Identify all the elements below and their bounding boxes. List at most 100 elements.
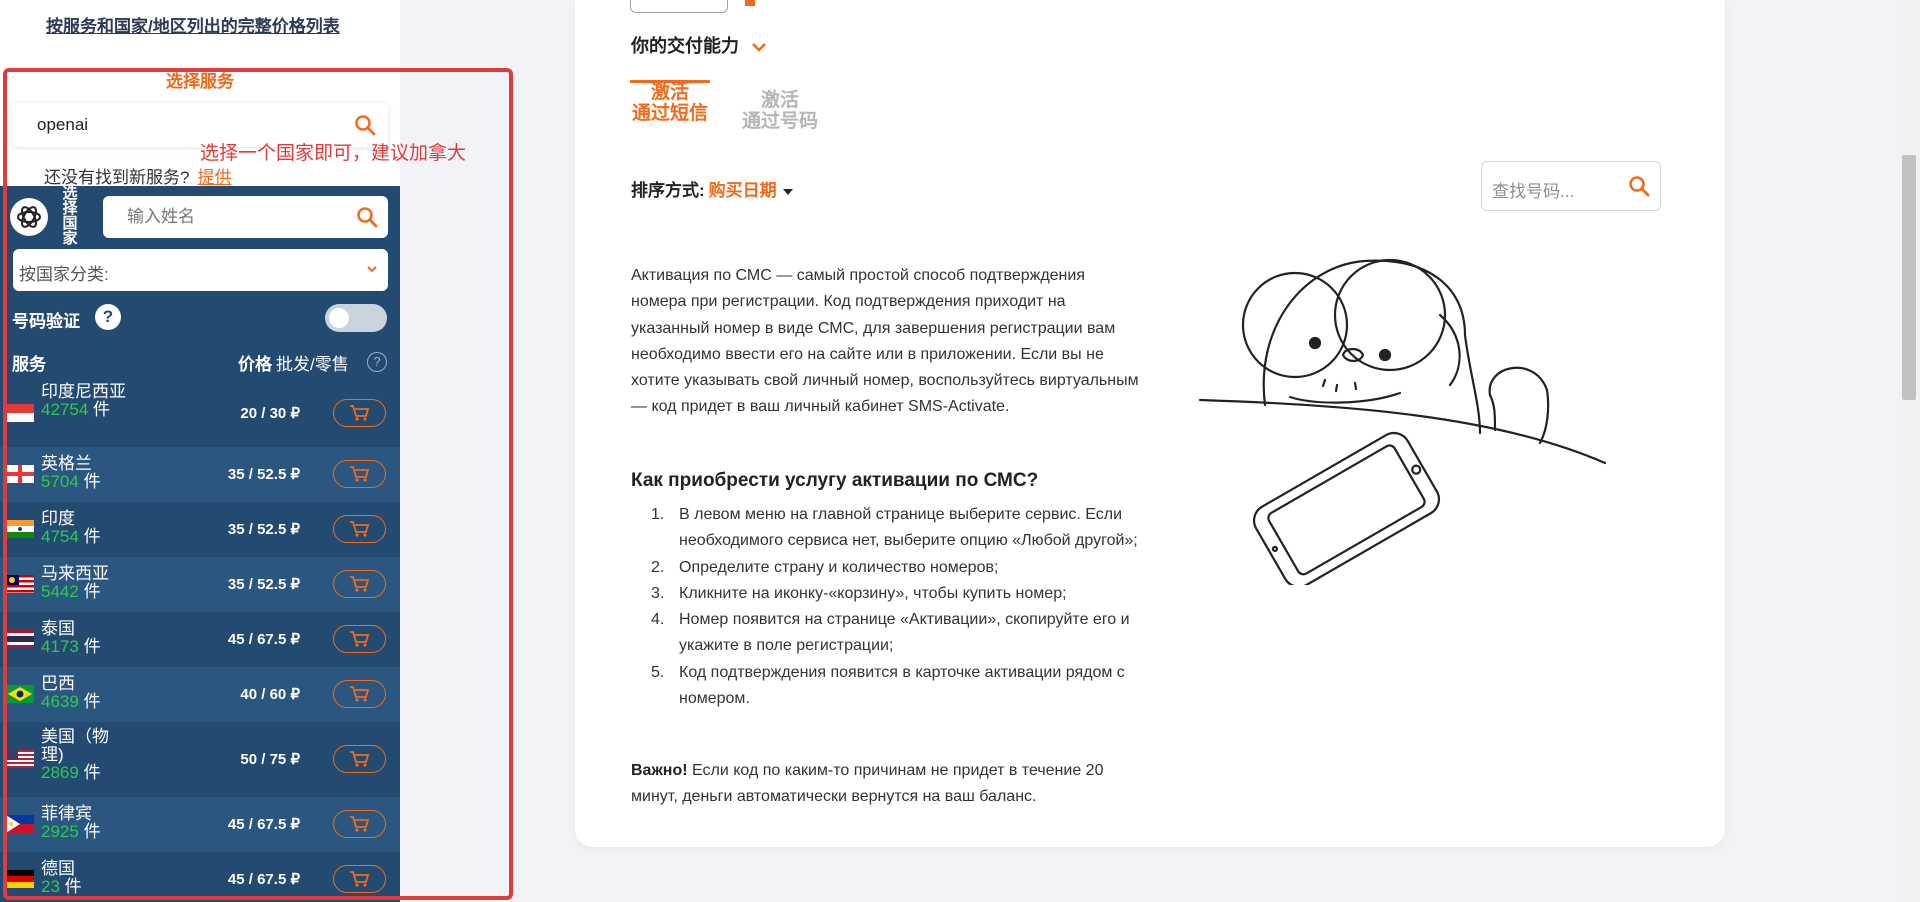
full-price-list-link[interactable]: 按服务和国家/地区列出的完整价格列表: [46, 12, 340, 37]
sort-control[interactable]: 排序方式: 购买日期: [631, 176, 793, 201]
country-row[interactable]: 美国（物理) 2869 件 50 / 75 ₽: [0, 722, 400, 797]
step-item: 5. Код подтверждения появится в карточке …: [651, 663, 1125, 708]
usa-flag-icon: [6, 750, 34, 768]
tab-sms-line1: 激活: [650, 82, 689, 103]
tab-num-line2: 通过号码: [741, 111, 818, 132]
country-row[interactable]: 泰国 4173 件 45 / 67.5 ₽: [0, 612, 400, 667]
column-service-header: 服务: [12, 355, 46, 374]
country-row[interactable]: 印度尼西亚 42754 件 20 / 30 ₽: [0, 379, 400, 447]
annotation-text: 选择一个国家即可，建议加拿大: [200, 143, 467, 164]
country-count: 4639: [41, 692, 79, 711]
country-name: 德国 23 件: [41, 859, 82, 896]
country-count: 2925: [41, 822, 79, 841]
country-list: 印度尼西亚 42754 件 20 / 30 ₽ 英格兰 5704 件 35 / 52…: [0, 379, 400, 902]
toggle-knob: [329, 308, 349, 328]
country-price: 45 / 67.5 ₽: [227, 631, 300, 648]
country-price: 35 / 52.5 ₽: [227, 521, 300, 538]
england-flag-icon: [6, 465, 34, 483]
service-search-value: openai: [37, 115, 89, 134]
country-panel: 选择国家 按国家分类: 号码验证 ? 服务 价格批发/零售 ? 印度尼西亚427…: [0, 186, 400, 902]
caret-down-icon: [782, 188, 793, 195]
select-service-title: 选择服务: [166, 72, 234, 91]
help-icon[interactable]: ?: [95, 304, 121, 330]
offer-service-link[interactable]: 提供: [197, 168, 231, 187]
cart-button[interactable]: [333, 570, 386, 598]
india-flag-icon: [6, 520, 34, 538]
search-icon[interactable]: [354, 114, 376, 141]
search-icon[interactable]: [1628, 175, 1650, 202]
country-name: 泰国 4173 件: [41, 619, 101, 656]
country-price: 40 / 60 ₽: [240, 686, 300, 703]
country-search-field[interactable]: [103, 196, 388, 238]
service-not-found: 还没有找到新服务? 提供: [44, 163, 231, 188]
step-item: 4. Номер появится на странице «Активации»…: [651, 611, 1130, 655]
sms-description: Активация по СМС — самый простой способ …: [631, 267, 1139, 416]
howto-title: Как приобрести услугу активации по СМС?: [631, 470, 1039, 491]
cart-button[interactable]: [333, 515, 386, 543]
country-name: 印度尼西亚 42754 件: [41, 382, 126, 419]
country-name: 马来西亚 5442 件: [41, 564, 109, 601]
important-label: Важно!: [631, 762, 688, 779]
column-price-header: 价格 批发/零售: [238, 350, 349, 375]
country-name: 美国（物理) 2869 件: [41, 727, 109, 782]
step-item: 1. В левом меню на главной странице выбер…: [651, 506, 1138, 550]
country-row[interactable]: 马来西亚 5442 件 35 / 52.5 ₽: [0, 557, 400, 612]
openai-logo-icon: [10, 198, 48, 236]
country-row[interactable]: 德国 23 件 45 / 67.5 ₽: [0, 852, 400, 902]
thailand-flag-icon: [6, 630, 34, 648]
sidebar: 按服务和国家/地区列出的完整价格列表 选择服务 openai 还没有找到新服务?…: [0, 0, 400, 902]
germany-flag-icon: [6, 870, 34, 888]
number-search-input[interactable]: 查找号码...: [1481, 161, 1661, 211]
country-row[interactable]: 英格兰 5704 件 35 / 52.5 ₽: [0, 447, 400, 502]
steps-list: 1. В левом меню на главной странице выбер…: [631, 502, 1141, 712]
country-price: 20 / 30 ₽: [240, 405, 300, 422]
tab-sms-activation[interactable]: 激活 通过短信: [630, 80, 710, 124]
price-help-icon[interactable]: ?: [367, 352, 387, 372]
important-note: Важно! Если код по каким-то причинам не …: [631, 758, 1151, 811]
country-name: 巴西 4639 件: [41, 674, 101, 711]
country-category-select[interactable]: 按国家分类:: [13, 249, 388, 291]
verification-toggle[interactable]: [325, 304, 387, 332]
cart-button[interactable]: [333, 745, 386, 773]
country-price: 45 / 67.5 ₽: [227, 871, 300, 888]
country-price: 35 / 52.5 ₽: [227, 466, 300, 483]
delivery-label: 你的交付能力: [631, 36, 739, 56]
country-name: 菲律宾 2925 件: [41, 804, 101, 841]
country-row[interactable]: 巴西 4639 件 40 / 60 ₽: [0, 667, 400, 722]
country-count: 5442: [41, 582, 79, 601]
step-item: 2. Определите страну и количество номеров…: [651, 558, 999, 576]
step-item: 3. Кликните на иконку-«корзину», чтобы ку…: [651, 584, 1067, 602]
delivery-options[interactable]: 你的交付能力: [631, 32, 767, 58]
tab-number-activation[interactable]: 激活 通过号码: [740, 90, 820, 132]
number-verification-label: 号码验证: [12, 312, 80, 331]
cart-button[interactable]: [333, 460, 386, 488]
country-count: 42754: [41, 400, 89, 419]
not-found-text: 还没有找到新服务?: [44, 168, 190, 187]
cart-button[interactable]: [333, 625, 386, 653]
country-count: 2869: [41, 763, 79, 782]
sort-label: 排序方式:: [631, 181, 705, 200]
country-search-input[interactable]: [125, 204, 339, 230]
chevron-down-icon: [366, 262, 378, 280]
country-price: 45 / 67.5 ₽: [227, 816, 300, 833]
country-row[interactable]: 菲律宾 2925 件 45 / 67.5 ₽: [0, 797, 400, 852]
country-name: 英格兰 5704 件: [41, 454, 101, 491]
cart-button[interactable]: [333, 810, 386, 838]
number-search-placeholder: 查找号码...: [1492, 182, 1575, 201]
tab-sms-line2: 通过短信: [631, 103, 708, 124]
country-count: 4754: [41, 527, 79, 546]
country-name: 印度 4754 件: [41, 509, 101, 546]
search-icon[interactable]: [356, 206, 378, 233]
country-price: 50 / 75 ₽: [240, 751, 300, 768]
indonesia-flag-icon: [6, 404, 34, 422]
cart-button[interactable]: [333, 680, 386, 708]
sort-value[interactable]: 购买日期: [709, 181, 777, 200]
owl-phone-illustration: [1195, 255, 1645, 590]
scrollbar-thumb[interactable]: [1902, 155, 1916, 400]
cart-button[interactable]: [333, 399, 386, 427]
page-scrollbar[interactable]: [1898, 0, 1920, 902]
top-button-stub[interactable]: [630, 0, 728, 13]
country-row[interactable]: 印度 4754 件 35 / 52.5 ₽: [0, 502, 400, 557]
cart-button[interactable]: [333, 865, 386, 893]
philippines-flag-icon: [6, 815, 34, 833]
